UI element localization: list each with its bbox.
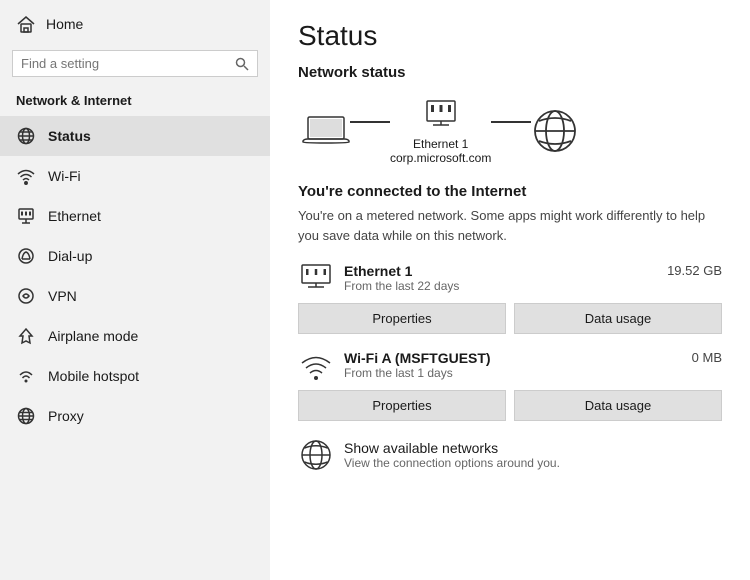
data-usage-button-ethernet[interactable]: Data usage	[514, 303, 722, 334]
sidebar-item-status[interactable]: Status	[0, 116, 270, 156]
sidebar-item-vpn[interactable]: VPN	[0, 276, 270, 316]
wifi-card-icon	[298, 350, 334, 382]
show-available-networks[interactable]: Show available networks View the connect…	[298, 437, 722, 473]
laptop-diagram-icon	[302, 113, 350, 149]
sidebar-item-ethernet[interactable]: Ethernet	[0, 196, 270, 236]
network-size-ethernet: 19.52 GB	[667, 263, 722, 278]
main-content: Status Network status Ethernet 1	[270, 0, 750, 580]
hotspot-icon	[16, 366, 36, 386]
network-size-wifi: 0 MB	[692, 350, 722, 365]
ethernet-diagram-icon: Ethernet 1 corp.microsoft.com	[390, 97, 491, 165]
search-input[interactable]	[21, 56, 235, 71]
ethernet-card-icon	[298, 263, 334, 295]
show-networks-icon	[298, 437, 334, 473]
sidebar-item-label-ethernet: Ethernet	[48, 208, 101, 224]
airplane-icon	[16, 326, 36, 346]
network-name-ethernet: Ethernet 1	[344, 263, 459, 279]
vpn-icon	[16, 286, 36, 306]
network-diagram: Ethernet 1 corp.microsoft.com	[298, 97, 722, 165]
network-card-left-ethernet: Ethernet 1 From the last 22 days	[298, 263, 459, 295]
proxy-icon	[16, 406, 36, 426]
home-icon	[16, 14, 36, 34]
diagram-adapter-label: Ethernet 1 corp.microsoft.com	[390, 137, 491, 165]
network-card-left-wifi: Wi-Fi A (MSFTGUEST) From the last 1 days	[298, 350, 491, 382]
network-card-header-wifi: Wi-Fi A (MSFTGUEST) From the last 1 days…	[298, 350, 722, 382]
search-icon	[235, 57, 249, 71]
network-sub-ethernet: From the last 22 days	[344, 279, 459, 293]
wifi-icon	[16, 166, 36, 186]
dialup-icon	[16, 246, 36, 266]
sidebar-item-label-vpn: VPN	[48, 288, 77, 304]
show-networks-title: Show available networks	[344, 440, 560, 456]
diagram-line2	[491, 121, 531, 123]
sidebar-item-label-status: Status	[48, 128, 91, 144]
sidebar-item-label-dialup: Dial-up	[48, 248, 92, 264]
connection-sub: You're on a metered network. Some apps m…	[298, 206, 722, 245]
network-card-info-wifi: Wi-Fi A (MSFTGUEST) From the last 1 days	[344, 350, 491, 380]
show-networks-sub: View the connection options around you.	[344, 456, 560, 470]
network-buttons-ethernet: Properties Data usage	[298, 303, 722, 334]
network-card-info-ethernet: Ethernet 1 From the last 22 days	[344, 263, 459, 293]
sidebar-item-label-hotspot: Mobile hotspot	[48, 368, 139, 384]
properties-button-wifi[interactable]: Properties	[298, 390, 506, 421]
network-buttons-wifi: Properties Data usage	[298, 390, 722, 421]
diagram-line1	[350, 121, 390, 123]
network-sub-wifi: From the last 1 days	[344, 366, 491, 380]
sidebar-item-dialup[interactable]: Dial-up	[0, 236, 270, 276]
show-networks-text: Show available networks View the connect…	[344, 440, 560, 470]
search-box[interactable]	[12, 50, 258, 77]
globe-icon	[16, 126, 36, 146]
data-usage-button-wifi[interactable]: Data usage	[514, 390, 722, 421]
properties-button-ethernet[interactable]: Properties	[298, 303, 506, 334]
sidebar-item-airplane[interactable]: Airplane mode	[0, 316, 270, 356]
network-card-header-ethernet: Ethernet 1 From the last 22 days 19.52 G…	[298, 263, 722, 295]
sidebar-item-hotspot[interactable]: Mobile hotspot	[0, 356, 270, 396]
home-label: Home	[46, 16, 83, 32]
network-card-wifi: Wi-Fi A (MSFTGUEST) From the last 1 days…	[298, 350, 722, 421]
sidebar-item-label-proxy: Proxy	[48, 408, 84, 424]
sidebar-item-label-airplane: Airplane mode	[48, 328, 138, 344]
sidebar-item-wifi[interactable]: Wi-Fi	[0, 156, 270, 196]
globe-diagram-icon	[531, 107, 579, 155]
section-title: Network & Internet	[0, 87, 270, 116]
network-status-title: Network status	[298, 64, 722, 81]
page-title: Status	[298, 20, 722, 52]
sidebar-home[interactable]: Home	[0, 4, 270, 44]
network-name-wifi: Wi-Fi A (MSFTGUEST)	[344, 350, 491, 366]
sidebar-item-proxy[interactable]: Proxy	[0, 396, 270, 436]
sidebar-item-label-wifi: Wi-Fi	[48, 168, 81, 184]
sidebar: Home Network & Internet Status	[0, 0, 270, 580]
ethernet-icon	[16, 206, 36, 226]
connection-message: You're connected to the Internet	[298, 183, 722, 200]
network-card-ethernet: Ethernet 1 From the last 22 days 19.52 G…	[298, 263, 722, 334]
